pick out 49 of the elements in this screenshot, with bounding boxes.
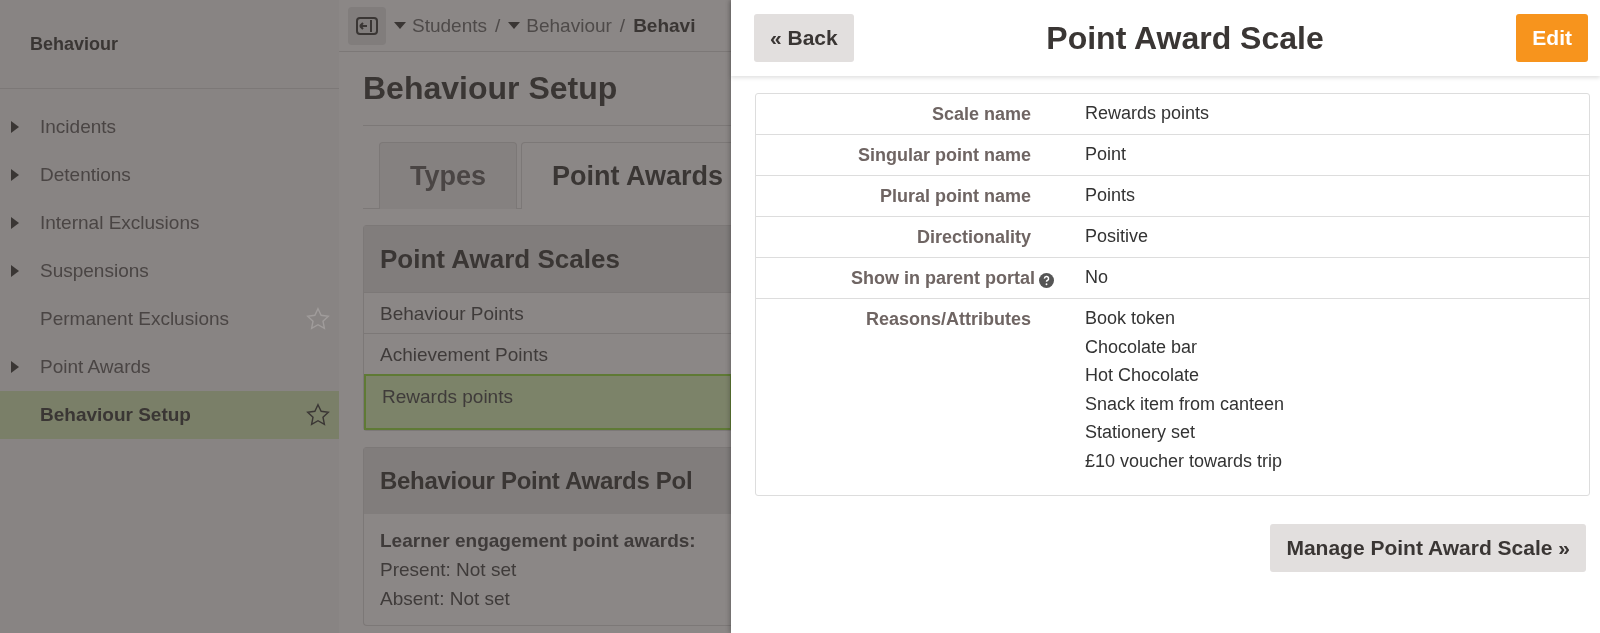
caret-icon xyxy=(394,22,406,29)
sidebar-item[interactable]: Point Awards xyxy=(0,343,339,391)
field-value: Points xyxy=(1085,184,1137,207)
field-value: No xyxy=(1085,266,1109,289)
sidebar-item[interactable]: Incidents xyxy=(0,103,339,151)
help-icon[interactable] xyxy=(1039,273,1054,288)
star-icon[interactable] xyxy=(305,306,331,332)
policy-text: Present: Not set xyxy=(380,558,518,582)
field-label: Reasons/Attributes xyxy=(865,309,1031,330)
sidebar-toggle-button[interactable] xyxy=(348,6,386,45)
policy-text: Absent: Not set xyxy=(380,587,511,611)
tab[interactable]: Types xyxy=(379,142,518,209)
field-value: Positive xyxy=(1085,225,1150,248)
sidebar-title: Behaviour xyxy=(0,0,339,89)
sidebar-item[interactable]: Suspensions xyxy=(0,247,339,295)
field-label: Show in parent portal xyxy=(851,268,1035,289)
breadcrumb-link[interactable]: Students xyxy=(394,14,487,37)
field-label: Directionality xyxy=(916,227,1031,248)
tab[interactable]: Point Awards xyxy=(521,142,731,209)
field-value: Snack item from canteen xyxy=(1085,392,1286,416)
field-value: Hot Chocolate xyxy=(1085,364,1201,387)
back-button[interactable]: « Back xyxy=(754,14,854,62)
field-label: Scale name xyxy=(931,104,1031,125)
section-heading: Learner engagement point awards: xyxy=(380,529,697,553)
field-value: £10 voucher towards trip xyxy=(1085,449,1284,473)
sidebar-item[interactable]: Behaviour Setup xyxy=(0,391,339,439)
breadcrumb-link[interactable]: Behavi xyxy=(633,14,696,37)
panel-title: Point Award Scale xyxy=(1046,19,1324,57)
field-label: Plural point name xyxy=(879,186,1031,207)
field-value: Book token xyxy=(1085,307,1177,330)
manage-button[interactable]: Manage Point Award Scale » xyxy=(1270,524,1586,572)
sidebar-item[interactable]: Internal Exclusions xyxy=(0,199,339,247)
field-value: Stationery set xyxy=(1085,421,1197,444)
field-label: Singular point name xyxy=(858,145,1031,166)
list-item[interactable]: Rewards points xyxy=(364,374,731,430)
field-value: Chocolate bar xyxy=(1085,335,1199,359)
sidebar-item[interactable]: Permanent Exclusions xyxy=(0,295,339,343)
field-value: Rewards points xyxy=(1085,102,1211,125)
breadcrumb-link[interactable]: Behaviour xyxy=(508,14,612,37)
field-value: Point xyxy=(1085,143,1128,166)
caret-icon xyxy=(508,22,521,29)
card-title: Behaviour Point Awards Pol xyxy=(364,448,731,514)
breadcrumb-separator: / xyxy=(495,14,501,37)
breadcrumb-separator: / xyxy=(619,14,626,37)
edit-button[interactable]: Edit xyxy=(1516,14,1588,62)
sidebar-item[interactable]: Detentions xyxy=(0,151,339,199)
panel-toggle-icon xyxy=(356,16,378,35)
card-title: Point Award Scales xyxy=(364,226,731,292)
star-icon[interactable] xyxy=(305,402,331,428)
